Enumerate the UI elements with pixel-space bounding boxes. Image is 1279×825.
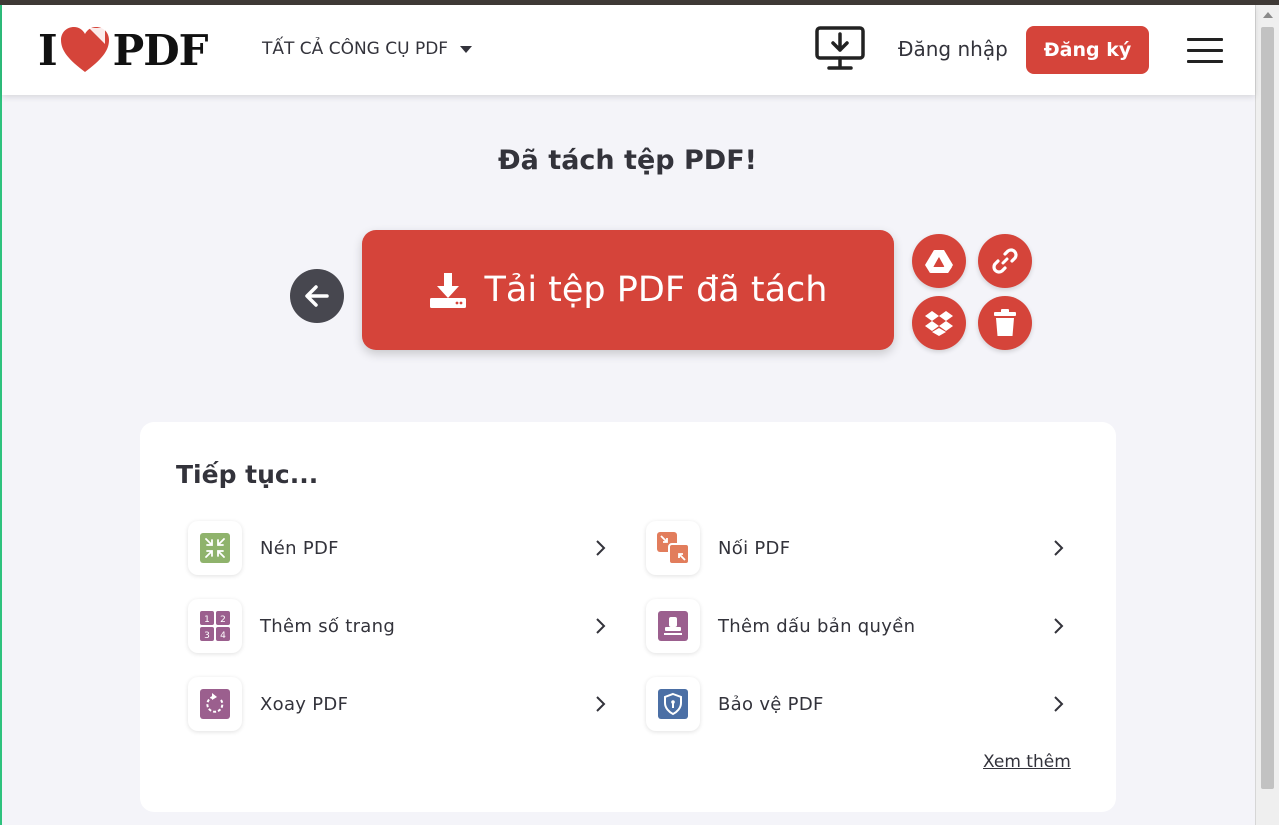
svg-text:3: 3 [204,631,210,641]
chevron-right-icon [596,618,606,634]
tool-item-page-numbers[interactable]: 1 2 3 4 Thêm số trang [188,599,610,653]
page-numbers-icon: 1 2 3 4 [200,611,230,641]
trash-icon [994,309,1016,336]
tool-item-watermark[interactable]: Thêm dấu bản quyền [646,599,1068,653]
top-nav: I PDF TẤT CẢ CÔNG CỤ PDF Đăng nhập Đăng … [2,5,1255,95]
vertical-scrollbar[interactable] [1255,5,1279,825]
dropbox-icon [925,311,953,336]
logo-text-left: I [38,25,58,75]
page-title: Đã tách tệp PDF! [498,145,757,176]
tool-label: Nén PDF [260,537,339,559]
tool-label: Bảo vệ PDF [718,693,824,715]
heart-icon [60,27,109,72]
chevron-right-icon [596,540,606,556]
continue-card: Tiếp tục... Nén PDF Nối PDF 1 2 3 4 Thêm… [140,422,1116,812]
protect-icon [658,689,688,719]
all-tools-dropdown[interactable]: TẤT CẢ CÔNG CỤ PDF [262,39,473,59]
scroll-up-icon[interactable] [1263,12,1273,18]
download-icon [429,273,466,308]
tool-item-compress[interactable]: Nén PDF [188,521,610,575]
all-tools-label: TẤT CẢ CÔNG CỤ PDF [262,39,449,59]
tool-item-merge[interactable]: Nối PDF [646,521,1068,575]
chevron-right-icon [596,696,606,712]
svg-text:2: 2 [220,615,226,625]
svg-text:4: 4 [220,631,226,641]
chevron-right-icon [1054,540,1064,556]
signup-button[interactable]: Đăng ký [1026,26,1149,74]
hamburger-menu-icon[interactable] [1187,38,1223,64]
tool-item-protect[interactable]: Bảo vệ PDF [646,677,1068,731]
google-drive-button[interactable] [912,234,966,288]
compress-icon [200,533,230,563]
share-link-button[interactable] [978,234,1032,288]
delete-button[interactable] [978,296,1032,350]
dropbox-button[interactable] [912,296,966,350]
tool-label: Thêm số trang [260,615,396,637]
see-more-link[interactable]: Xem thêm [983,752,1071,772]
chevron-right-icon [1054,618,1064,634]
logo-text-right: PDF [112,25,209,75]
ilovepdf-logo[interactable]: I PDF [38,25,209,75]
download-label: Tải tệp PDF đã tách [484,270,828,310]
rotate-icon [200,689,230,719]
arrow-left-icon [305,285,329,307]
tool-label: Xoay PDF [260,693,349,715]
scrollbar-thumb[interactable] [1261,27,1274,789]
window-left-edge [0,5,2,825]
google-drive-icon [925,250,953,273]
tool-label: Nối PDF [718,537,791,559]
caret-down-icon [460,45,473,53]
svg-text:1: 1 [204,615,210,625]
login-link[interactable]: Đăng nhập [898,37,1008,61]
download-button[interactable]: Tải tệp PDF đã tách [362,230,894,350]
desktop-download-icon[interactable] [814,25,866,73]
watermark-icon [658,611,688,641]
tool-label: Thêm dấu bản quyền [718,615,916,637]
chevron-right-icon [1054,696,1064,712]
continue-title: Tiếp tục... [176,460,319,489]
link-icon [992,248,1018,274]
merge-icon [657,532,689,564]
tool-item-rotate[interactable]: Xoay PDF [188,677,610,731]
back-button[interactable] [290,269,344,323]
